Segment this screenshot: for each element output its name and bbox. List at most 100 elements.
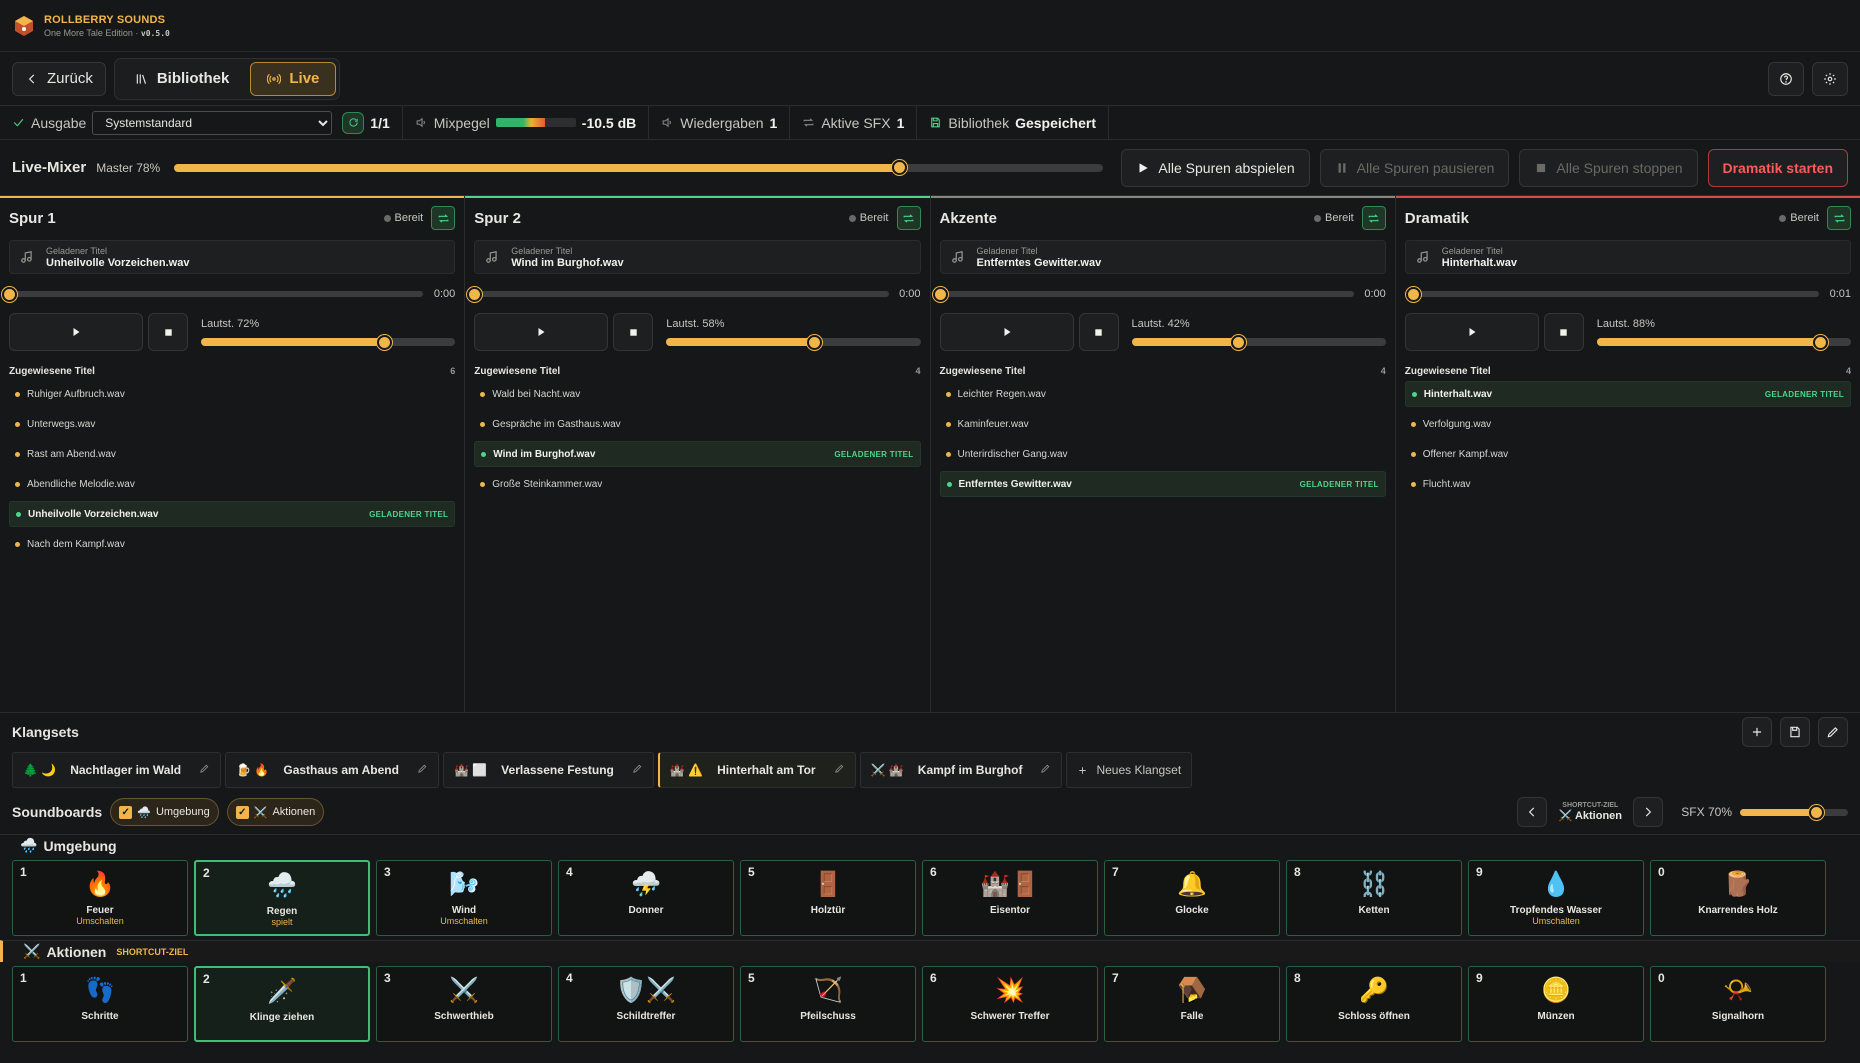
settings-button[interactable] — [1812, 61, 1848, 96]
position-knob[interactable] — [467, 286, 483, 302]
track-list-item[interactable]: Leichter Regen.wav — [940, 381, 1386, 407]
stop-all-button[interactable]: Alle Spuren stoppen — [1519, 148, 1698, 187]
edit-klangset-button[interactable] — [417, 763, 428, 777]
track-list-item[interactable]: Flucht.wav — [1405, 471, 1851, 497]
shortcut-prev-button[interactable] — [1517, 797, 1548, 827]
klangset-item[interactable]: ⚔️ 🏰 Kampf im Burghof — [859, 752, 1063, 788]
save-klangset-button[interactable] — [1780, 716, 1810, 747]
sound-pad[interactable]: 5 🚪 Holztür — [740, 860, 916, 936]
sound-pad[interactable]: 8 🔑 Schloss öffnen — [1286, 966, 1462, 1042]
tab-live[interactable]: Live — [250, 61, 337, 96]
sound-pad[interactable]: 2 🌧️ Regen spielt — [194, 860, 370, 936]
sound-pad[interactable]: 9 💧 Tropfendes Wasser Umschalten — [1468, 860, 1644, 936]
sound-pad[interactable]: 7 🔔 Glocke — [1104, 860, 1280, 936]
position-slider[interactable] — [467, 286, 889, 302]
sound-pad[interactable]: 3 🌬️ Wind Umschalten — [376, 860, 552, 936]
track-list-item[interactable]: Wald bei Nacht.wav — [474, 381, 920, 407]
refresh-devices-button[interactable] — [342, 111, 365, 134]
sound-pad[interactable]: 4 🛡️⚔️ Schildtreffer — [558, 966, 734, 1042]
position-knob[interactable] — [932, 286, 948, 302]
loop-toggle-button[interactable] — [896, 206, 921, 230]
track-list-item[interactable]: Große Steinkammer.wav — [474, 471, 920, 497]
mix-level-fill — [495, 118, 546, 127]
filter-chip-umgebung[interactable]: ✓ 🌧️ Umgebung — [110, 798, 219, 826]
track-list-item[interactable]: Ruhiger Aufbruch.wav — [9, 381, 455, 407]
add-klangset-button[interactable] — [1742, 716, 1772, 747]
track-list-item[interactable]: Unterirdischer Gang.wav — [940, 441, 1386, 467]
volume-knob[interactable] — [1231, 334, 1247, 350]
volume-knob[interactable] — [377, 334, 393, 350]
track-volume-slider[interactable] — [1596, 334, 1851, 350]
loop-toggle-button[interactable] — [1827, 206, 1851, 230]
track-play-button[interactable] — [939, 313, 1074, 351]
sound-pad[interactable]: 0 📯 Signalhorn — [1650, 966, 1826, 1042]
track-list-item[interactable]: Verfolgung.wav — [1405, 411, 1851, 437]
klangset-item[interactable]: 🏰 ⬜ Verlassene Festung — [442, 752, 654, 788]
track-list-item[interactable]: Unheilvolle Vorzeichen.wav GELADENER TITE… — [9, 501, 456, 527]
pause-all-button[interactable]: Alle Spuren pausieren — [1319, 148, 1510, 187]
track-list-item[interactable]: Nach dem Kampf.wav — [9, 531, 455, 557]
sound-pad[interactable]: 5 🏹 Pfeilschuss — [740, 966, 916, 1042]
klangset-item[interactable]: 🏰 ⚠️ Hinterhalt am Tor — [657, 752, 856, 788]
track-stop-button[interactable] — [1543, 313, 1584, 351]
sound-pad[interactable]: 1 👣 Schritte — [12, 966, 188, 1042]
track-list-item[interactable]: Rast am Abend.wav — [9, 441, 455, 467]
sound-pad[interactable]: 9 🪙 Münzen — [1468, 966, 1644, 1042]
volume-knob[interactable] — [1813, 334, 1829, 350]
dramatic-start-button[interactable]: Dramatik starten — [1707, 148, 1848, 187]
klangset-item[interactable]: 🍺 🔥 Gasthaus am Abend — [225, 752, 439, 788]
sfx-slider-knob[interactable] — [1808, 804, 1824, 820]
loop-toggle-button[interactable] — [431, 206, 456, 230]
edit-klangset-button[interactable] — [1040, 763, 1051, 777]
klangset-item[interactable]: 🌲 🌙 Nachtlager im Wald — [12, 752, 222, 788]
sound-pad[interactable]: 2 🗡️ Klinge ziehen — [194, 966, 370, 1042]
help-button[interactable] — [1768, 61, 1804, 96]
new-klangset-button[interactable]: Neues Klangset — [1066, 752, 1193, 788]
track-volume-slider[interactable] — [1131, 334, 1386, 350]
track-list-item[interactable]: Hinterhalt.wav GELADENER TITEL — [1404, 381, 1851, 407]
track-play-button[interactable] — [9, 313, 143, 351]
position-knob[interactable] — [2, 286, 17, 302]
sound-pad[interactable]: 3 ⚔️ Schwerthieb — [376, 966, 552, 1042]
track-volume-slider[interactable] — [201, 334, 456, 350]
position-slider[interactable] — [2, 286, 424, 302]
sfx-volume-slider[interactable] — [1740, 804, 1848, 820]
sound-pad[interactable]: 4 ⛈️ Donner — [558, 860, 734, 936]
track-list-item[interactable]: Kaminfeuer.wav — [940, 411, 1386, 437]
track-stop-button[interactable] — [613, 313, 654, 351]
track-list-item[interactable]: Offener Kampf.wav — [1405, 441, 1851, 467]
sound-pad[interactable]: 0 🪵 Knarrendes Holz — [1650, 860, 1826, 936]
sound-pad[interactable]: 6 💥 Schwerer Treffer — [922, 966, 1098, 1042]
volume-knob[interactable] — [806, 334, 822, 350]
position-slider[interactable] — [932, 286, 1354, 302]
track-play-button[interactable] — [1404, 313, 1539, 351]
loop-toggle-button[interactable] — [1361, 206, 1386, 230]
tab-library[interactable]: Bibliothek — [118, 62, 247, 96]
edit-klangset-button[interactable] — [1818, 716, 1848, 747]
edit-klangset-button[interactable] — [834, 763, 845, 777]
master-volume-slider[interactable] — [174, 160, 1104, 175]
play-all-button[interactable]: Alle Spuren abspielen — [1121, 148, 1310, 187]
track-play-button[interactable] — [474, 313, 609, 351]
track-volume-slider[interactable] — [666, 334, 921, 350]
track-list-item[interactable]: Gespräche im Gasthaus.wav — [474, 411, 920, 437]
output-device-select[interactable]: Systemstandard — [92, 110, 333, 135]
sound-pad[interactable]: 8 ⛓️ Ketten — [1286, 860, 1462, 936]
track-list-item[interactable]: Wind im Burghof.wav GELADENER TITEL — [474, 441, 921, 467]
sound-pad[interactable]: 7 🪤 Falle — [1104, 966, 1280, 1042]
edit-klangset-button[interactable] — [199, 763, 210, 777]
shortcut-next-button[interactable] — [1633, 797, 1664, 827]
edit-klangset-button[interactable] — [632, 763, 643, 777]
track-list-item[interactable]: Abendliche Melodie.wav — [9, 471, 455, 497]
track-stop-button[interactable] — [148, 313, 188, 351]
master-slider-knob[interactable] — [892, 160, 907, 175]
track-list-item[interactable]: Entferntes Gewitter.wav GELADENER TITEL — [939, 471, 1386, 497]
sound-pad[interactable]: 6 🏰🚪 Eisentor — [922, 860, 1098, 936]
track-stop-button[interactable] — [1078, 313, 1119, 351]
track-list-item[interactable]: Unterwegs.wav — [9, 411, 455, 437]
back-button[interactable]: Zurück — [12, 61, 106, 96]
position-slider[interactable] — [1404, 286, 1819, 302]
filter-chip-aktionen[interactable]: ✓ ⚔️ Aktionen — [226, 798, 325, 826]
position-knob[interactable] — [1406, 286, 1422, 302]
sound-pad[interactable]: 1 🔥 Feuer Umschalten — [12, 860, 188, 936]
